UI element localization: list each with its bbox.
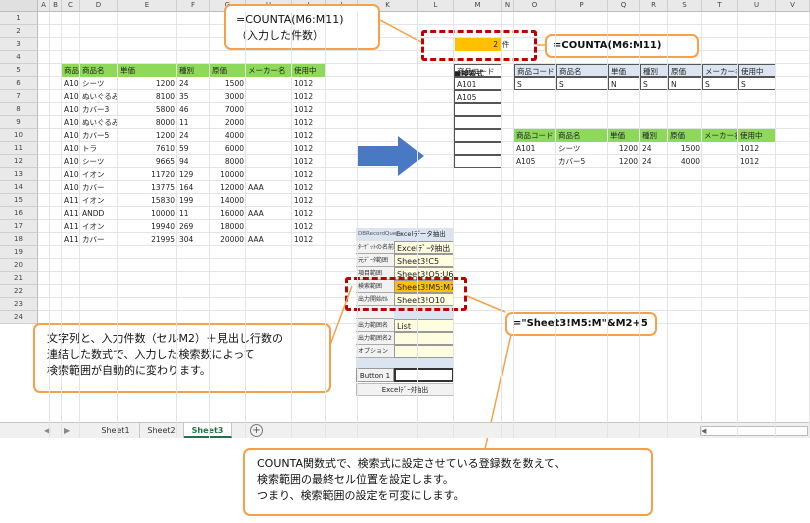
excel-window: ABCDEFGHIJKLMNOPQRSTUV 12345678910111213… [0, 0, 810, 523]
callout-formula: ="Sheet3!M5:M"&M2+5 [505, 312, 657, 336]
add-sheet-icon[interactable]: + [250, 424, 263, 437]
grid-vline [417, 12, 418, 438]
tab-scroll-right-icon[interactable]: ▶ [64, 423, 70, 438]
callout-left-line3: 検索範囲が自動的に変わります。 [47, 364, 211, 377]
callout-left-line1: 文字列と、入力件数（セルM2）＋見出し行数の [47, 332, 284, 345]
grid-vline [607, 12, 608, 438]
grid-vline [325, 12, 326, 438]
horizontal-scrollbar[interactable] [700, 426, 808, 436]
grid-vline [49, 12, 50, 438]
grid-vline [357, 12, 358, 438]
grid-vline [501, 12, 502, 438]
grid-vline [117, 12, 118, 438]
grid-vline [639, 12, 640, 438]
grid-vline [737, 12, 738, 438]
callout-right: =COUNTA(M6:M11) [545, 34, 699, 58]
grid-vline [555, 12, 556, 438]
grid-vline [291, 12, 292, 438]
grid-vline [667, 12, 668, 438]
grid-vline [513, 12, 514, 438]
tab-sheet3[interactable]: Sheet3 [184, 423, 232, 438]
grid-vline [701, 12, 702, 438]
grid-vline [79, 12, 80, 438]
grid-vline [61, 12, 62, 438]
sheet-tab-bar: ◀ ▶ Sheet1 Sheet2 Sheet3 + ◀ [0, 422, 810, 438]
grid-vline [775, 12, 776, 438]
grid-vline [453, 12, 454, 438]
callout-bottom: COUNTA関数式で、検索式に設定させている登録数を数えて、 検索範囲の最終セル… [243, 448, 653, 516]
callout-bottom-line3: つまり、検索範囲の設定を可変にします。 [257, 489, 465, 502]
callout-connectors [329, 19, 545, 450]
grid-vline [245, 12, 246, 438]
callout-left: 文字列と、入力件数（セルM2）＋見出し行数の 連結した数式で、入力した検索数によ… [33, 323, 331, 393]
callout-top-line1: =COUNTA(M6:M11) [236, 13, 344, 26]
tab-sheet2[interactable]: Sheet2 [140, 423, 184, 438]
tab-sheet1[interactable]: Sheet1 [92, 423, 140, 438]
callout-bottom-line2: 検索範囲の最終セル位置を設定します。 [257, 473, 454, 486]
grid-vline [176, 12, 177, 438]
callout-left-line2: 連結した数式で、入力した検索数によって [47, 348, 255, 361]
grid-vline [209, 12, 210, 438]
callout-top-line2: （入力した件数） [236, 29, 324, 42]
callout-bottom-line1: COUNTA関数式で、検索式に設定させている登録数を数えて、 [257, 457, 566, 470]
